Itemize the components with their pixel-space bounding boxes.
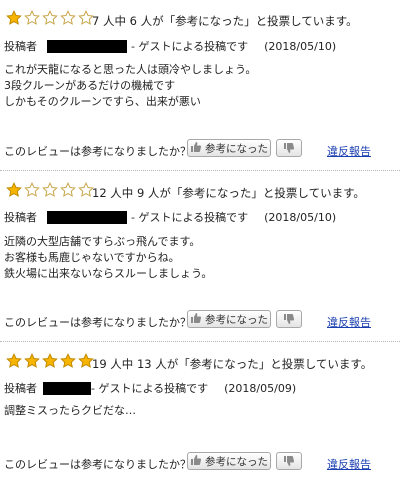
review-line: 鉄火場に出来ないならスルーしましょう。 [4, 267, 213, 280]
helpful-button[interactable]: 参考になった [187, 139, 271, 157]
thumb-up-icon [190, 454, 202, 469]
helpful-button[interactable]: 参考になった [187, 310, 271, 328]
report-link[interactable]: 違反報告 [327, 314, 371, 330]
divider [0, 341, 400, 342]
not-helpful-button[interactable] [276, 452, 302, 470]
poster-label: 投稿者 [4, 382, 37, 395]
star-filled-icon [60, 353, 76, 368]
thumb-down-icon [283, 139, 295, 158]
star-rating [6, 182, 94, 200]
review-body: これが天龍になると思った人は頭冷やしましょう。 3段クルーンがあるだけの機械です… [4, 62, 256, 110]
helpful-button-label: 参考になった [205, 142, 268, 155]
star-filled-icon [6, 353, 22, 368]
star-filled-icon [6, 10, 22, 25]
helpful-button-label: 参考になった [205, 313, 268, 326]
review-line: しかもそのクルーンですら、出来が悪い [4, 95, 201, 108]
star-rating [6, 10, 94, 28]
poster-label: 投稿者 [4, 40, 37, 53]
helpful-question-text: このレビューは参考になりましたか？ [4, 316, 191, 329]
post-date: (2018/05/10) [264, 210, 337, 224]
helpful-question-text: このレビューは参考になりましたか？ [4, 458, 191, 471]
star-empty-icon [42, 10, 58, 25]
helpful-button[interactable]: 参考になった [187, 452, 271, 470]
vote-summary: 19 人中 13 人が「参考になった」と投票しています。 [92, 357, 373, 371]
review-line: 3段クルーンがあるだけの機械です [4, 79, 176, 92]
report-link[interactable]: 違反報告 [327, 456, 371, 472]
review-body: 調整ミスったらクビだな… [4, 403, 136, 419]
helpful-question: このレビューは参考になりましたか？ [4, 314, 191, 330]
redacted-name [47, 210, 127, 224]
star-empty-icon [24, 182, 40, 197]
star-filled-icon [24, 353, 40, 368]
guest-note: - ゲストによる投稿です [131, 211, 249, 224]
review-line: 調整ミスったらクビだな… [4, 404, 136, 417]
guest-note: - ゲストによる投稿です [131, 40, 249, 53]
thumb-down-icon [283, 452, 295, 471]
vote-summary: 12 人中 9 人が「参考になった」と投票しています。 [92, 186, 365, 200]
guest-note: - ゲストによる投稿です [91, 382, 209, 395]
thumb-down-icon [283, 310, 295, 329]
review-body: 近隣の大型店舗ですらぶっ飛んでます。 お客様も馬鹿じゃないですからね。 鉄火場に… [4, 234, 212, 282]
not-helpful-button[interactable] [276, 310, 302, 328]
not-helpful-button[interactable] [276, 139, 302, 157]
poster-info: 投稿者 - ゲストによる投稿です (2018/05/10) [4, 209, 336, 225]
review-line: これが天龍になると思った人は頭冷やしましょう。 [4, 63, 257, 76]
poster-info: 投稿者 - ゲストによる投稿です (2018/05/09) [4, 380, 296, 396]
helpful-question: このレビューは参考になりましたか？ [4, 456, 191, 472]
helpful-question: このレビューは参考になりましたか？ [4, 143, 191, 159]
star-rating [6, 353, 94, 371]
report-link[interactable]: 違反報告 [327, 143, 371, 159]
post-date: (2018/05/10) [264, 39, 337, 53]
divider [0, 170, 400, 171]
review-line: お客様も馬鹿じゃないですからね。 [4, 251, 180, 264]
star-filled-icon [6, 182, 22, 197]
helpful-question-text: このレビューは参考になりましたか？ [4, 145, 191, 158]
star-empty-icon [24, 10, 40, 25]
redacted-name [47, 39, 127, 53]
star-empty-icon [60, 10, 76, 25]
helpful-button-label: 参考になった [205, 455, 268, 468]
poster-label: 投稿者 [4, 211, 37, 224]
star-empty-icon [60, 182, 76, 197]
thumb-up-icon [190, 312, 202, 327]
post-date: (2018/05/09) [224, 381, 297, 395]
thumb-up-icon [190, 141, 202, 156]
star-empty-icon [42, 182, 58, 197]
star-filled-icon [42, 353, 58, 368]
review-line: 近隣の大型店舗ですらぶっ飛んでます。 [4, 235, 201, 248]
vote-summary: 7 人中 6 人が「参考になった」と投票しています。 [92, 14, 358, 28]
poster-info: 投稿者 - ゲストによる投稿です (2018/05/10) [4, 38, 336, 54]
redacted-name [43, 381, 91, 395]
